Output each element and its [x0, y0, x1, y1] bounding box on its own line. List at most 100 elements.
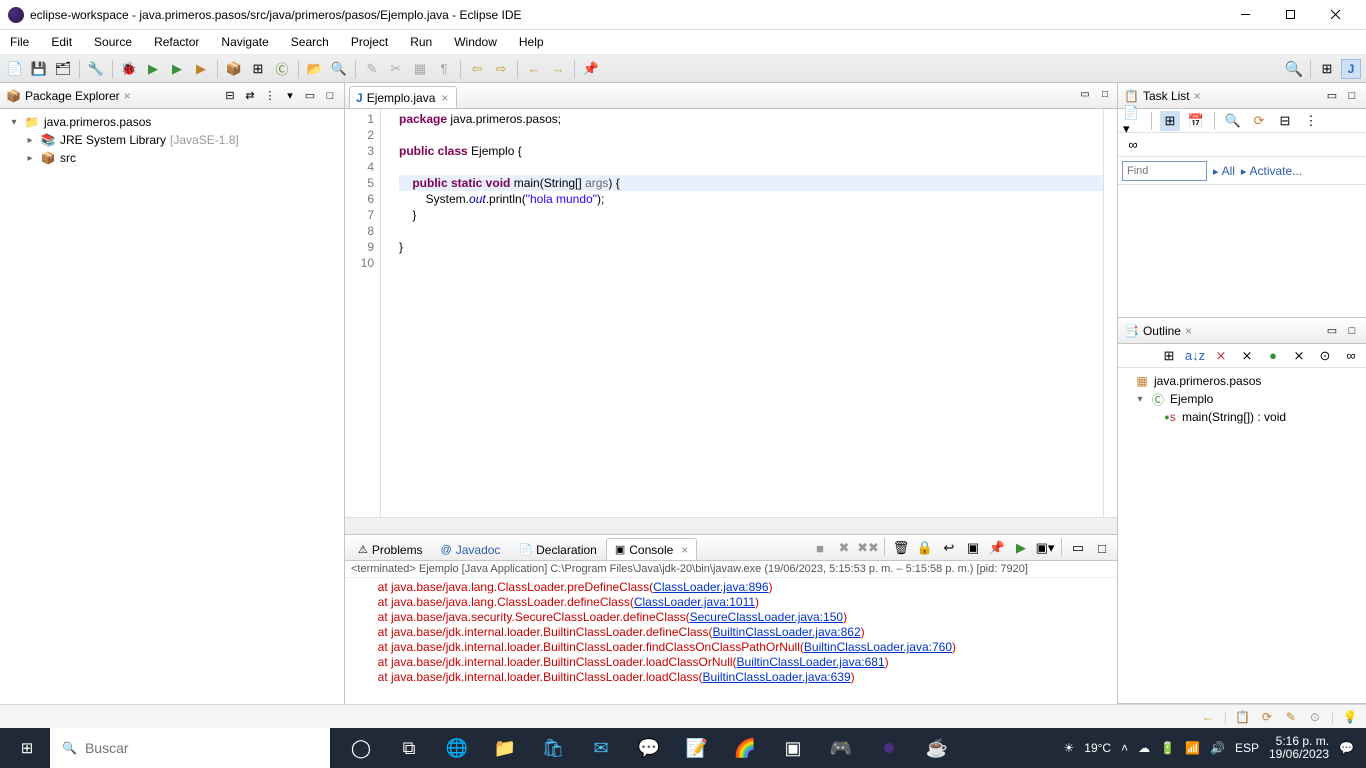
taskbar-search[interactable]: 🔍	[50, 728, 330, 768]
sb-history-icon[interactable]: ⟳	[1259, 709, 1275, 725]
discord-icon[interactable]: 🎮	[818, 728, 864, 768]
minimize-button[interactable]	[1223, 0, 1268, 30]
start-button[interactable]: ⊞	[4, 728, 50, 768]
editor-tab-ejemplo[interactable]: J Ejemplo.java ×	[349, 86, 457, 108]
remove-all-icon[interactable]: ✖✖	[858, 538, 878, 558]
menu-project[interactable]: Project	[347, 33, 392, 51]
edge-icon[interactable]: 🌐	[434, 728, 480, 768]
task-view-icon[interactable]: ⧉	[386, 728, 432, 768]
link-editor-icon[interactable]: ⇄	[242, 88, 258, 104]
menu-help[interactable]: Help	[515, 33, 548, 51]
minimize-view-icon[interactable]: ▭	[1324, 88, 1340, 104]
focus-task-icon[interactable]: 🔍	[1223, 111, 1243, 131]
outline-class[interactable]: ▾ Ⓒ Ejemplo	[1118, 390, 1366, 408]
new-class-icon[interactable]: Ⓒ	[272, 59, 292, 79]
onedrive-icon[interactable]: ☁	[1138, 741, 1150, 755]
task-list-body[interactable]	[1118, 185, 1366, 317]
quick-access-icon[interactable]: 🔍	[1284, 59, 1304, 79]
outline-package[interactable]: ▦ java.primeros.pasos	[1118, 372, 1366, 390]
collapse-all-icon[interactable]: ⊟	[222, 88, 238, 104]
menu-file[interactable]: File	[6, 33, 33, 51]
search-input[interactable]	[85, 740, 318, 756]
menu-refactor[interactable]: Refactor	[150, 33, 203, 51]
collapse-icon[interactable]: ⊟	[1275, 111, 1295, 131]
menu-navigate[interactable]: Navigate	[217, 33, 272, 51]
code-editor[interactable]: 12345678910 package java.primeros.pasos;…	[345, 109, 1117, 517]
minimize-editor-icon[interactable]: ▭	[1077, 86, 1093, 102]
tree-toggle-icon[interactable]: ▾	[1134, 394, 1146, 405]
debug-icon[interactable]: 🐞	[119, 59, 139, 79]
remove-launch-icon[interactable]: ✖	[834, 538, 854, 558]
sort-az-icon[interactable]: a↓z	[1185, 346, 1205, 366]
sublime-icon[interactable]: 📝	[674, 728, 720, 768]
java-icon[interactable]: ☕	[914, 728, 960, 768]
maximize-editor-icon[interactable]: □	[1097, 86, 1113, 102]
cut-icon[interactable]: ✂	[386, 59, 406, 79]
editor-hscroll[interactable]	[345, 517, 1117, 534]
task-activate-link[interactable]: ▸ Activate...	[1241, 164, 1302, 178]
back-icon[interactable]: ←	[524, 59, 544, 79]
save-all-icon[interactable]: 🗂	[53, 59, 73, 79]
package-tree[interactable]: ▾ 📁 java.primeros.pasos ▸ 📚 JRE System L…	[0, 109, 344, 704]
hide-static-icon[interactable]: ⨯	[1237, 346, 1257, 366]
clock[interactable]: 5:16 p. m. 19/06/2023	[1269, 735, 1329, 761]
maximize-view-icon[interactable]: □	[1344, 88, 1360, 104]
task-find-input[interactable]	[1122, 161, 1207, 181]
tab-declaration[interactable]: 📄 Declaration	[509, 538, 605, 560]
explorer-icon[interactable]: 📁	[482, 728, 528, 768]
tree-item-project[interactable]: ▾ 📁 java.primeros.pasos	[0, 113, 344, 131]
tree-toggle-icon[interactable]: ▸	[24, 135, 36, 146]
filter-icon[interactable]: ⋮	[262, 88, 278, 104]
sb-edit-icon[interactable]: ✎	[1283, 709, 1299, 725]
whatsapp-icon[interactable]: 💬	[626, 728, 672, 768]
close-button[interactable]	[1313, 0, 1358, 30]
weather-temp[interactable]: 19°C	[1084, 741, 1111, 755]
sort-icon[interactable]: ⊞	[1159, 346, 1179, 366]
code-content[interactable]: package java.primeros.pasos; public clas…	[395, 109, 1103, 517]
scroll-lock-icon[interactable]: 🔒	[915, 538, 935, 558]
wifi-icon[interactable]: 📶	[1185, 741, 1200, 755]
show-console-icon[interactable]: ▣	[963, 538, 983, 558]
display-selected-icon[interactable]: ▶	[1011, 538, 1031, 558]
word-wrap-icon[interactable]: ↩	[939, 538, 959, 558]
maximize-bottom-icon[interactable]: □	[1092, 538, 1112, 558]
close-tab-icon[interactable]: ×	[439, 91, 450, 105]
focus-icon[interactable]: ⊙	[1315, 346, 1335, 366]
task-all-link[interactable]: ▸ All	[1213, 164, 1235, 178]
store-icon[interactable]: 🛍	[530, 728, 576, 768]
save-icon[interactable]: 💾	[29, 59, 49, 79]
tab-console[interactable]: ▣ Console ×	[606, 538, 697, 560]
forward-icon[interactable]: →	[548, 59, 568, 79]
open-type-icon[interactable]: 🔧	[86, 59, 106, 79]
sb-task-icon[interactable]: 📋	[1235, 709, 1251, 725]
clear-console-icon[interactable]: 🗑	[891, 538, 911, 558]
perspective-open-icon[interactable]: ⊞	[1317, 59, 1337, 79]
console-output[interactable]: at java.base/java.lang.ClassLoader.preDe…	[345, 578, 1117, 704]
weather-icon[interactable]: ☀	[1064, 741, 1075, 755]
pin-icon[interactable]: 📌	[581, 59, 601, 79]
run-last-icon[interactable]: ▶	[191, 59, 211, 79]
sb-back-icon[interactable]: ←	[1200, 709, 1216, 725]
new-package-icon[interactable]: 📦	[224, 59, 244, 79]
synchronize-icon[interactable]: ⟳	[1249, 111, 1269, 131]
pin-console-icon[interactable]: 📌	[987, 538, 1007, 558]
tree-toggle-icon[interactable]: ▸	[24, 153, 36, 164]
eclipse-app-icon[interactable]	[866, 728, 912, 768]
schedule-icon[interactable]: 📅	[1186, 111, 1206, 131]
sb-sync-icon[interactable]: ⊙	[1307, 709, 1323, 725]
new-icon[interactable]: 📄	[5, 59, 25, 79]
tab-problems[interactable]: ⚠ Problems	[349, 538, 432, 560]
block-select-icon[interactable]: ▦	[410, 59, 430, 79]
tab-javadoc[interactable]: @ Javadoc	[432, 538, 510, 560]
terminal-icon[interactable]: ▣	[770, 728, 816, 768]
marker-column[interactable]	[1103, 109, 1117, 517]
toggle-mark-icon[interactable]: ✎	[362, 59, 382, 79]
tray-chevron-icon[interactable]: ˄	[1121, 741, 1128, 755]
view-menu-icon[interactable]: ⋮	[1301, 111, 1321, 131]
menu-window[interactable]: Window	[450, 33, 501, 51]
outline-tree[interactable]: ▦ java.primeros.pasos ▾ Ⓒ Ejemplo ●s mai…	[1118, 368, 1366, 430]
fold-column[interactable]	[381, 109, 395, 517]
categorize-icon[interactable]: ⊞	[1160, 111, 1180, 131]
menu-source[interactable]: Source	[90, 33, 136, 51]
menu-search[interactable]: Search	[287, 33, 333, 51]
